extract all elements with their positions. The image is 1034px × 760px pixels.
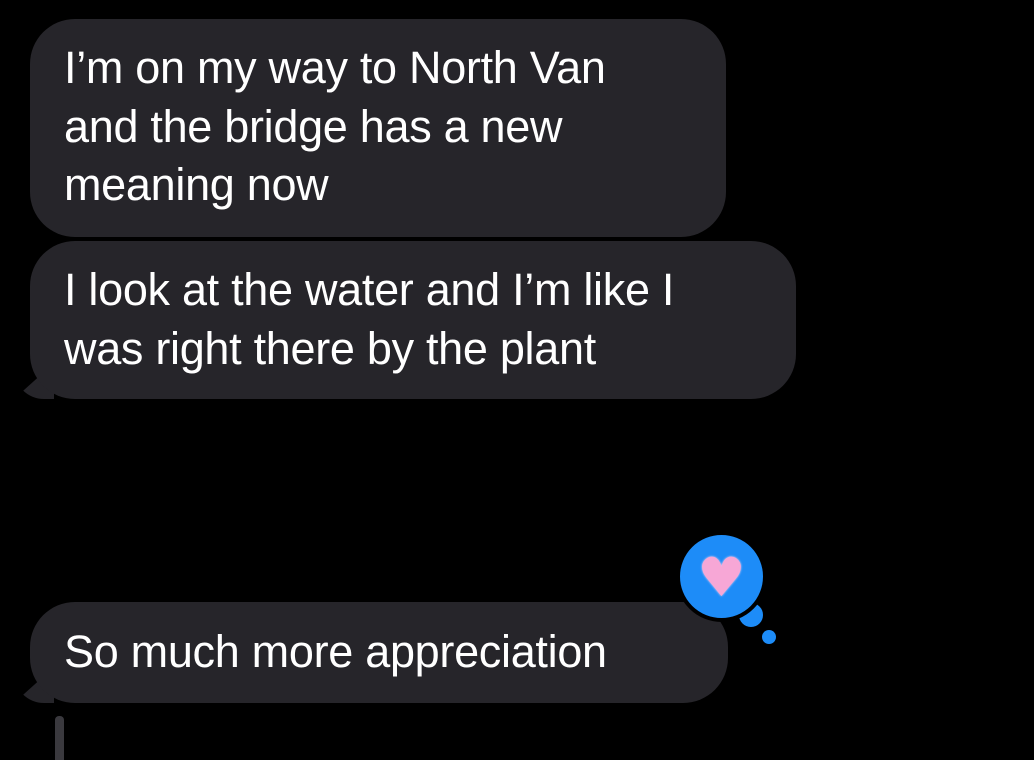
message-bubble[interactable]: I look at the water and I’m like I was r… — [30, 241, 796, 399]
message-text: I’m on my way to North Van and the bridg… — [64, 42, 606, 210]
message-bubble[interactable]: So much more appreciation — [30, 602, 728, 703]
message-text: I look at the water and I’m like I was r… — [64, 264, 675, 374]
tapback-tail-dot — [762, 630, 776, 644]
tapback-reaction[interactable]: ♥ — [676, 531, 767, 622]
message-text: So much more appreciation — [64, 626, 607, 677]
next-message-edge — [55, 716, 64, 760]
message-bubble[interactable]: I’m on my way to North Van and the bridg… — [30, 19, 726, 237]
heart-icon: ♥ — [697, 545, 746, 609]
